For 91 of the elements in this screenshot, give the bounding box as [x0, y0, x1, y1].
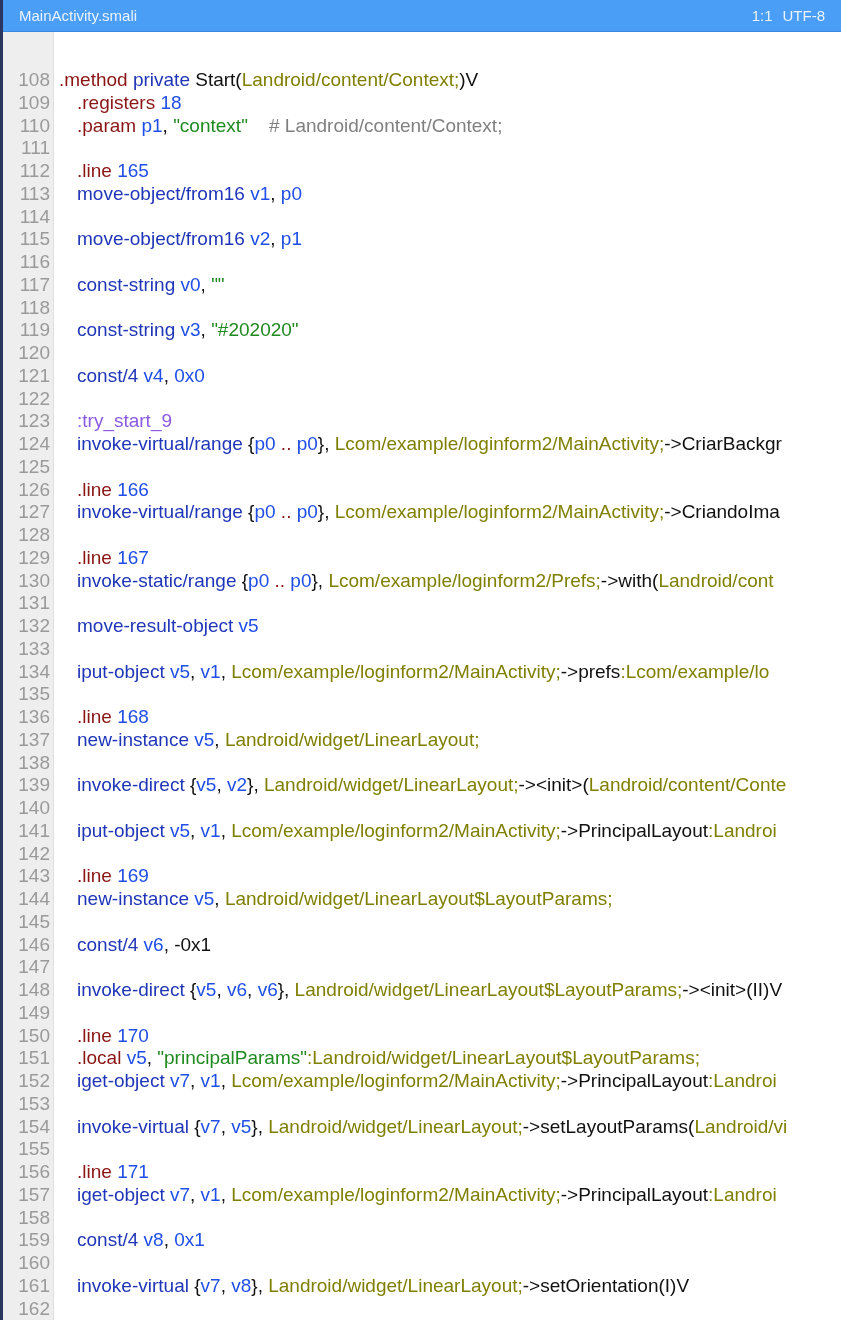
line-number: 160	[17, 1252, 51, 1275]
line-number: 123	[17, 410, 51, 433]
line-number: 126	[17, 478, 51, 502]
code-line: invoke-direct {v5, v2}, Landroid/widget/LinearLayout;-><init>(Landroid/content/Conte	[77, 774, 787, 797]
line-number: 136	[17, 706, 51, 729]
code-line: .param p1, "context" # Landroid/content/Context;	[77, 114, 503, 138]
code-line: move-object/from16 v1, p0	[77, 182, 302, 206]
code-line: .line 168	[77, 706, 149, 729]
line-number: 108	[17, 69, 51, 92]
line-number: 120	[17, 342, 51, 365]
code-line: iget-object v7, v1, Lcom/example/loginform2/MainActivity;->PrincipalLayout:Landroi	[77, 1070, 777, 1093]
code-line: invoke-static/range {p0 .. p0}, Lcom/example/loginform2/Prefs;->with(Landroid/cont	[77, 569, 774, 593]
code-line: .line 169	[77, 865, 149, 888]
line-number: 119	[18, 319, 51, 342]
line-number: 117	[18, 273, 51, 297]
line-number: 154	[17, 1115, 51, 1139]
line-number: 129	[17, 546, 51, 570]
line-number: 110	[18, 114, 51, 138]
line-number: 115	[18, 228, 51, 251]
line-number: 141	[17, 819, 51, 843]
line-number: 153	[17, 1092, 51, 1116]
line-number: 155	[17, 1138, 51, 1161]
file-name: MainActivity.smali	[19, 7, 138, 24]
line-number: 137	[17, 728, 51, 752]
code-line: const/4 v8, 0x1	[77, 1229, 205, 1252]
line-number: 133	[17, 637, 51, 661]
line-number: 121	[17, 364, 51, 388]
code-line: move-result-object v5	[77, 615, 259, 638]
line-number: 125	[17, 455, 51, 479]
line-number: 134	[17, 660, 51, 684]
line-number: 111	[20, 137, 51, 160]
line-number: 145	[17, 910, 51, 934]
code-line: invoke-virtual/range {p0 .. p0}, Lcom/example/loginform2/MainActivity;->CriarBackgr	[77, 433, 782, 456]
code-line: invoke-virtual/range {p0 .. p0}, Lcom/example/loginform2/MainActivity;->CriandoIma	[77, 501, 780, 524]
code-line: const/4 v6, -0x1	[77, 933, 212, 957]
line-number: 124	[17, 433, 51, 456]
line-number: 138	[17, 751, 51, 775]
code-line: const/4 v4, 0x0	[77, 364, 205, 388]
cursor-position: 1:1	[751, 7, 773, 24]
line-number: 113	[18, 182, 51, 206]
line-number: 122	[17, 387, 51, 411]
line-number: 156	[17, 1161, 51, 1184]
line-number: 127	[17, 501, 51, 524]
code-line: const-string v0, ""	[77, 273, 225, 297]
code-line: iput-object v5, v1, Lcom/example/loginform2/MainActivity;->prefs:Lcom/example/lo	[77, 660, 770, 684]
line-number: 132	[17, 615, 51, 638]
line-number: 112	[18, 160, 51, 183]
line-number: 142	[17, 842, 51, 866]
code-line: .method private Start(Landroid/content/Context;)V	[59, 69, 479, 92]
code-line: invoke-direct {v5, v6, v6}, Landroid/widget/LinearLayout$LayoutParams;-><init>(II)V	[77, 979, 783, 1002]
code-line: .line 167	[77, 546, 149, 570]
line-number: 139	[17, 774, 51, 797]
code-line: const-string v3, "#202020"	[77, 319, 299, 342]
code-line: .line 166	[77, 478, 149, 502]
code-line: new-instance v5, Landroid/widget/LinearLayout;	[77, 728, 480, 752]
line-number: 147	[17, 956, 51, 979]
line-number: 149	[17, 1001, 51, 1025]
line-number: 114	[18, 205, 51, 229]
line-number: 109	[17, 91, 51, 115]
code-line: move-object/from16 v2, p1	[77, 228, 302, 251]
line-number: 151	[17, 1047, 51, 1070]
line-number: 157	[17, 1183, 51, 1207]
code-line: invoke-virtual {v7, v5}, Landroid/widget/LinearLayout;->setLayoutParams(Landroid/vi	[77, 1115, 788, 1139]
line-number: 143	[17, 865, 51, 888]
line-number: 130	[17, 569, 51, 593]
code-line: invoke-virtual {v7, v8}, Landroid/widget/LinearLayout;->setOrientation(I)V	[77, 1274, 690, 1298]
code-line: new-instance v5, Landroid/widget/LinearLayout$LayoutParams;	[77, 888, 613, 911]
code-line: .line 165	[77, 160, 149, 183]
line-number: 146	[17, 933, 51, 957]
code-line: iput-object v5, v1, Lcom/example/loginform2/MainActivity;->PrincipalLayout:Landroi	[77, 819, 777, 843]
line-number: 148	[17, 979, 51, 1002]
line-number: 161	[17, 1274, 51, 1298]
line-number: 118	[18, 296, 51, 320]
line-number: 144	[17, 888, 51, 911]
code-line: .registers 18	[77, 91, 182, 115]
line-number: 116	[18, 251, 51, 274]
line-number: 140	[17, 797, 51, 820]
code-line: :try_start_9	[77, 410, 173, 433]
code-line: iget-object v7, v1, Lcom/example/loginform2/MainActivity;->PrincipalLayout:Landroi	[77, 1183, 777, 1207]
line-number: 152	[17, 1070, 51, 1093]
line-number: 128	[17, 524, 51, 547]
line-number: 150	[17, 1024, 51, 1048]
code-line: .local v5, "principalParams":Landroid/widget/LinearLayout$LayoutParams;	[77, 1047, 700, 1070]
line-number: 162	[17, 1297, 51, 1320]
line-number: 159	[17, 1229, 51, 1252]
line-number: 135	[17, 683, 51, 706]
code-line: .line 171	[77, 1161, 149, 1184]
line-number: 158	[17, 1206, 51, 1230]
code-line: .line 170	[77, 1024, 149, 1048]
line-number: 131	[17, 592, 51, 615]
encoding-label: UTF-8	[782, 7, 825, 24]
